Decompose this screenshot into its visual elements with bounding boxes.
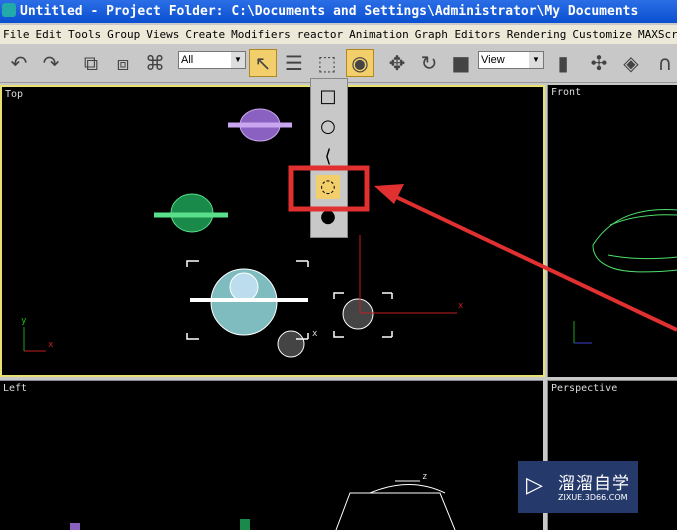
highlight-box [288, 165, 370, 212]
annotation-arrow [391, 193, 677, 332]
annotation-overlay [288, 165, 677, 332]
arrow-head [374, 184, 404, 204]
watermark-logo: ▷ 溜溜自学 ZIXUE.3D66.COM [518, 461, 638, 513]
play-logo-icon: ▷ [526, 473, 543, 498]
